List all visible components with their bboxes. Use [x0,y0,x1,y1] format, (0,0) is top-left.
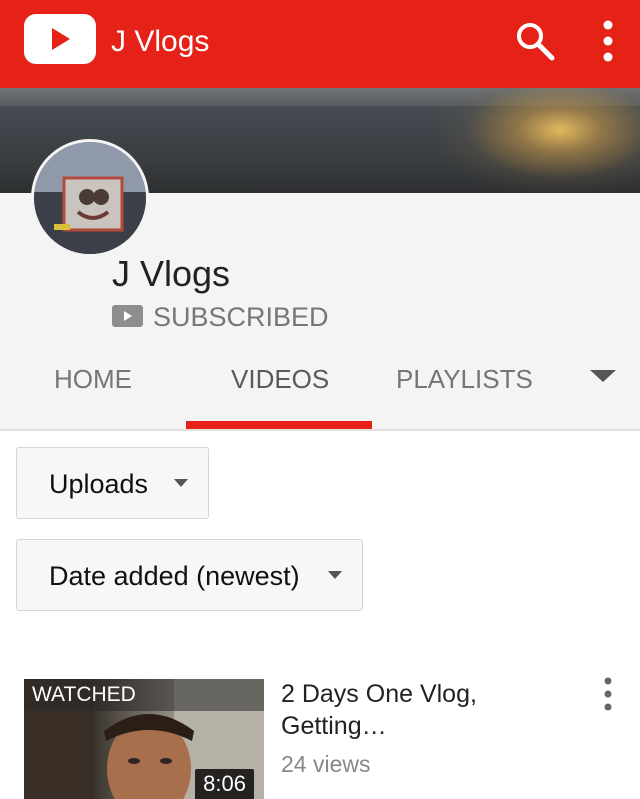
app-title: J Vlogs [111,25,210,58]
channel-name: J Vlogs [112,253,231,294]
sort-dropdown-label: Date added (newest) [49,561,300,591]
video-thumbnail[interactable]: WATCHED 8:06 [24,679,264,799]
youtube-logo-icon[interactable] [24,14,96,64]
uploads-dropdown-label: Uploads [49,469,149,499]
tabs-divider [0,429,640,431]
more-vert-icon[interactable] [594,18,622,64]
tab-playlists[interactable]: PLAYLISTS [396,363,533,397]
subscribed-play-icon [112,305,143,327]
chevron-down-icon [174,479,188,487]
tabs-overflow-icon[interactable] [588,367,618,385]
watched-badge: WATCHED [24,679,264,711]
chevron-down-icon [328,571,342,579]
video-views: 24 views [281,751,371,777]
tab-videos[interactable]: VIDEOS [231,363,329,397]
video-title[interactable]: 2 Days One Vlog, Getting… [281,678,571,742]
channel-avatar[interactable] [31,139,149,257]
app-bar: J Vlogs [0,0,640,88]
banner-sun-reflection [440,88,640,193]
tab-home[interactable]: HOME [54,363,132,397]
subscribed-status[interactable]: SUBSCRIBED [153,301,329,333]
video-more-icon[interactable] [598,676,618,716]
active-tab-indicator [186,421,372,429]
search-icon[interactable] [514,20,556,62]
video-duration: 8:06 [195,769,254,799]
sort-dropdown[interactable]: Date added (newest) [16,539,363,611]
uploads-dropdown[interactable]: Uploads [16,447,209,519]
